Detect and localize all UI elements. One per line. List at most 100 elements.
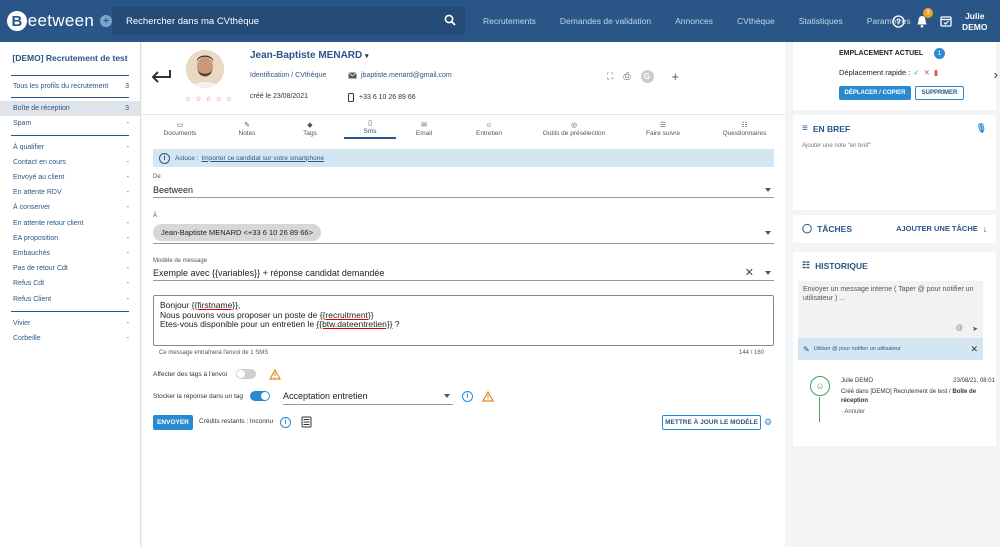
- trash-icon[interactable]: ▮: [934, 68, 938, 77]
- message-textarea[interactable]: Bonjour {{firstname}}, Nous pouvons vous…: [153, 295, 774, 346]
- store-reply-toggle[interactable]: [250, 391, 270, 401]
- nav-demandes-validation[interactable]: Demandes de validation: [560, 16, 651, 26]
- history-entry: ☺ Julie DEMO 23/08/21, 08:01 Créé dans […: [802, 376, 995, 436]
- tab-email[interactable]: ✉ Email: [396, 115, 452, 139]
- close-icon[interactable]: ✕: [970, 344, 978, 355]
- tab-sms[interactable]: ▯ Sms: [344, 115, 396, 139]
- sidebar-item-count: -: [126, 158, 129, 166]
- caret-down-icon: [765, 187, 771, 192]
- bell-icon[interactable]: 3: [912, 8, 933, 31]
- sidebar-item-corbeille[interactable]: Corbeille -: [0, 331, 140, 346]
- help-icon[interactable]: ?: [888, 11, 908, 31]
- tab-faire-suivre[interactable]: ☰ Faire suivre: [622, 115, 704, 139]
- sidebar-item-pas-retour-cdt[interactable]: Pas de retour Cdt -: [0, 261, 140, 276]
- tab-tags[interactable]: ◆ Tags: [276, 115, 344, 139]
- rating-stars[interactable]: ☆ ☆ ☆ ☆ ☆: [185, 95, 233, 103]
- store-tag-select[interactable]: Acceptation entretien: [283, 388, 453, 405]
- caret-down-icon: [765, 230, 771, 235]
- user-menu[interactable]: Julie DEMO: [962, 11, 988, 33]
- tab-documents[interactable]: ▭ Documents: [142, 115, 218, 139]
- sidebar-item-a-conserver[interactable]: À conserver -: [0, 200, 140, 215]
- sidebar-item-all-profiles[interactable]: Tous les profils du recrutement 3: [0, 79, 140, 94]
- tab-outils-preselection[interactable]: ◎ Outils de présélection: [526, 115, 622, 139]
- sidebar-item-a-qualifier[interactable]: À qualifier -: [0, 140, 140, 155]
- gear-icon[interactable]: ⚙: [764, 417, 772, 428]
- send-button[interactable]: ENVOYER: [153, 415, 193, 430]
- app-logo[interactable]: B eetween +: [7, 11, 112, 31]
- tab-notes[interactable]: ✎ Notes: [218, 115, 276, 139]
- phone-icon: [348, 93, 354, 102]
- send-icon[interactable]: ➤: [972, 325, 978, 334]
- sidebar-item-embauches[interactable]: Embauchés -: [0, 246, 140, 261]
- sidebar-item-refus-cdt[interactable]: Refus Cdt -: [0, 276, 140, 291]
- nav-recrutements[interactable]: Recrutements: [483, 16, 536, 26]
- nav-statistiques[interactable]: Statistiques: [799, 16, 843, 26]
- from-select[interactable]: Beetween: [153, 182, 774, 198]
- calculator-icon[interactable]: [301, 416, 312, 428]
- candidate-phone[interactable]: +33 6 10 26 89 66: [348, 93, 416, 102]
- sidebar-item-envoye-client[interactable]: Envoyé au client -: [0, 170, 140, 185]
- internal-message-placeholder: Envoyer un message interne ( Taper @ pou…: [803, 286, 974, 302]
- move-copy-button[interactable]: DÉPLACER / COPIER: [839, 86, 911, 100]
- add-task-link[interactable]: AJOUTER UNE TÂCHE: [896, 224, 978, 233]
- cancel-link[interactable]: · Annuler: [841, 409, 865, 415]
- sidebar-item-label: Envoyé au client: [13, 174, 65, 182]
- clear-icon[interactable]: ✕: [745, 266, 754, 279]
- sidebar-item-label: En attente retour client: [13, 219, 84, 227]
- avatar[interactable]: [186, 50, 224, 88]
- mail-icon: [348, 72, 357, 79]
- sidebar-item-count: -: [126, 120, 129, 128]
- created-date: créé le 23/08/2021: [250, 93, 308, 100]
- calendar-icon[interactable]: [936, 11, 956, 31]
- template-value: Exemple avec {{variables}} + réponse can…: [153, 267, 385, 278]
- tab-entretien[interactable]: ☺ Entretien: [452, 115, 526, 139]
- sidebar-item-vivier[interactable]: Vivier -: [0, 316, 140, 331]
- microphone-icon[interactable]: 🎙: [976, 123, 987, 134]
- nav-annonces[interactable]: Annonces: [675, 16, 713, 26]
- history-card: ☷ HISTORIQUE Envoyer un message interne …: [793, 252, 996, 446]
- tab-questionnaires[interactable]: ☷ Questionnaires: [704, 115, 785, 139]
- sidebar-item-inbox[interactable]: Boîte de réception 3: [0, 101, 140, 117]
- sidebar-item-ea-proposition[interactable]: EA proposition -: [0, 231, 140, 246]
- delete-button[interactable]: SUPPRIMER: [915, 86, 964, 100]
- tab-label: Email: [415, 130, 433, 137]
- info-icon[interactable]: i: [280, 417, 291, 428]
- search-input[interactable]: Rechercher dans ma CVthèque: [112, 7, 465, 35]
- close-icon[interactable]: ✕: [924, 68, 930, 77]
- sidebar-item-spam[interactable]: Spam -: [0, 116, 140, 131]
- back-arrow-icon[interactable]: [150, 68, 172, 84]
- search-icon[interactable]: [444, 14, 456, 26]
- sidebar-item-attente-rdv[interactable]: En attente RDV -: [0, 185, 140, 200]
- chevron-down-icon[interactable]: ▾: [365, 53, 369, 60]
- sidebar-item-contact-en-cours[interactable]: Contact en cours -: [0, 155, 140, 170]
- info-icon[interactable]: i: [462, 391, 473, 402]
- nav-cvtheque[interactable]: CVthèque: [737, 16, 775, 26]
- candidate-email[interactable]: jbaptiste.menard@gmail.com: [348, 72, 452, 79]
- recipient-chip[interactable]: Jean-Baptiste MENARD <+33 6 10 26 89 66>: [153, 224, 321, 241]
- candidate-name[interactable]: Jean-Baptiste MENARD ▾: [250, 50, 369, 61]
- identification-link[interactable]: Identification / CVthèque: [250, 72, 326, 79]
- google-icon[interactable]: G: [640, 70, 654, 83]
- print-icon[interactable]: ⎙: [623, 71, 630, 82]
- sidebar-item-label: À qualifier: [13, 143, 45, 151]
- template-select[interactable]: Exemple avec {{variables}} + réponse can…: [153, 265, 774, 281]
- internal-message-input[interactable]: Envoyer un message interne ( Taper @ pou…: [798, 281, 983, 338]
- check-icon[interactable]: ✓: [913, 68, 919, 77]
- assign-tags-toggle[interactable]: [236, 369, 256, 379]
- history-author: Julie DEMO: [841, 378, 874, 384]
- warning-icon: [269, 369, 281, 380]
- expand-icon[interactable]: ⛶: [607, 71, 613, 82]
- sidebar-item-refus-client[interactable]: Refus Client -: [0, 291, 140, 306]
- add-icon[interactable]: +: [100, 15, 112, 27]
- arrow-down-icon[interactable]: ↓: [983, 224, 987, 234]
- to-field[interactable]: Jean-Baptiste MENARD <+33 6 10 26 89 66>: [153, 222, 774, 244]
- add-icon[interactable]: +: [672, 69, 680, 84]
- notification-badge: 3: [923, 8, 933, 18]
- brief-input[interactable]: Ajouter une note "en bref": [802, 143, 987, 149]
- update-template-button[interactable]: METTRE À JOUR LE MODÈLE: [662, 415, 761, 430]
- at-icon[interactable]: @: [956, 324, 963, 333]
- import-smartphone-link[interactable]: Importer ce candidat sur votre smartphon…: [201, 155, 323, 162]
- chevron-right-icon[interactable]: ›: [994, 67, 998, 82]
- sidebar-item-attente-retour-client[interactable]: En attente retour client -: [0, 216, 140, 231]
- sidebar-title[interactable]: [DEMO] Recrutement de test: [0, 53, 140, 63]
